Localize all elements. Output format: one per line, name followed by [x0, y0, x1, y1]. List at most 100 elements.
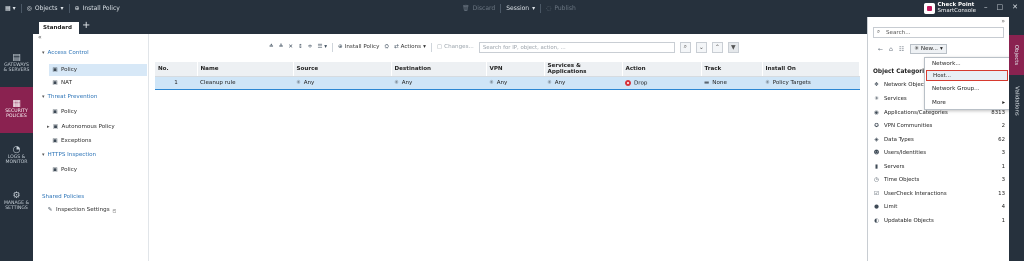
tab-validations[interactable]: Validations [1009, 79, 1024, 123]
collapse-panel-icon[interactable]: » [1001, 18, 1005, 25]
col-source[interactable]: Source [293, 62, 392, 77]
col-install-on[interactable]: Install On [762, 62, 860, 77]
tab-standard[interactable]: Standard [39, 22, 79, 34]
minimize-icon[interactable]: – [984, 3, 988, 11]
tree-access-policy[interactable]: ▣ Policy [49, 64, 147, 76]
nav-security-policies[interactable]: ▦ SECURITY POLICIES [0, 87, 33, 133]
nav-logs-monitor[interactable]: ◔ LOGS & MONITOR [0, 133, 33, 179]
table-row[interactable]: 1 Cleanup rule ✳ Any ✳ Any ✳ Any ✳ Any Drop … [155, 76, 860, 90]
tree-nat[interactable]: ▣ NAT [52, 80, 72, 86]
add-rule-above-button[interactable]: ≛ [269, 44, 274, 50]
collapse-tree-icon[interactable]: « [38, 34, 42, 41]
menu-item-network[interactable]: Network... [926, 59, 1008, 70]
tree-exceptions[interactable]: ▣ Exceptions [52, 138, 91, 144]
changes-button[interactable]: ▢ Changes... [437, 44, 474, 50]
install-policy-toolbar-button[interactable]: ⊕ Install Policy [338, 44, 379, 50]
cell-destination[interactable]: ✳ Any [391, 76, 486, 90]
tree-tp-policy[interactable]: ▣ Policy [52, 109, 77, 115]
cell-name[interactable]: Cleanup rule [197, 76, 293, 90]
nav-gateways-servers[interactable]: ▤ GATEWAYS & SERVERS [0, 41, 33, 87]
nat-icon: ▣ [52, 80, 58, 86]
delete-rule-button[interactable]: ✕ [288, 44, 293, 50]
object-explorer-panel: » ⌕ Search... ← ⌂ ☷ ✳ New... ▾ Object Ca… [867, 17, 1009, 261]
add-rule-below-icon: ≚ [278, 44, 284, 50]
category-servers[interactable]: ▮ Servers 1 [873, 164, 1007, 170]
next-match-button[interactable]: ⌄ [695, 41, 707, 53]
menu-item-network-group[interactable]: Network Group... [926, 84, 1008, 95]
install-policy-button[interactable]: ⊕ Install Policy [70, 5, 125, 12]
tree-inspection-settings[interactable]: ✎ Inspection Settings ◰ [47, 207, 117, 213]
chevron-right-icon: ▸ [47, 124, 50, 130]
policy-search-input[interactable]: Search for IP, object, action, ... [478, 41, 675, 53]
col-destination[interactable]: Destination [391, 62, 487, 77]
policy-area: ≛ ≚ ✕ ⇕ ≑ ☰ ▾ ⊕ Install Policy ⛭ ⇄ Actio… [155, 40, 861, 255]
menu-item-more[interactable]: More ▸ [926, 98, 1008, 109]
destination-value: Any [401, 80, 413, 86]
cell-source[interactable]: ✳ Any [293, 76, 391, 90]
tree-https-policy[interactable]: ▣ Policy [52, 167, 77, 173]
nav-manage-settings[interactable]: ⚙ MANAGE & SETTINGS [0, 179, 33, 225]
cell-track[interactable]: ▬ None [701, 76, 762, 90]
tree-item-label: Autonomous Policy [61, 124, 115, 130]
actions-button[interactable]: ⇄ Actions ▾ [394, 44, 426, 50]
col-no[interactable]: No. [155, 62, 198, 77]
cell-services[interactable]: ✳ Any [544, 76, 622, 90]
collapse-button[interactable]: ≑ [308, 44, 313, 50]
maximize-icon[interactable]: □ [997, 3, 1004, 11]
category-data-types[interactable]: ◈ Data Types 62 [873, 137, 1007, 143]
category-vpn-communities[interactable]: ✪ VPN Communities 2 [873, 123, 1007, 129]
object-search-input[interactable]: ⌕ Search... [873, 27, 1004, 38]
category-name: Data Types [884, 137, 914, 143]
category-applications[interactable]: ◉ Applications/Categories 8313 [873, 110, 1007, 116]
network-objects-icon: ❖ [874, 82, 879, 88]
app-menu-button[interactable]: ▦ ▾ [0, 5, 21, 12]
none-icon: ▬ [704, 80, 710, 86]
home-icon[interactable]: ⌂ [889, 46, 893, 53]
search-button[interactable]: ⌕ [679, 41, 691, 53]
session-button[interactable]: Session ▾ [501, 5, 540, 12]
category-name: VPN Communities [884, 123, 933, 129]
back-icon[interactable]: ← [878, 46, 883, 53]
applications-icon: ◉ [874, 110, 879, 116]
new-star-icon: ✳ [914, 46, 919, 52]
expand-button[interactable]: ⇕ [298, 44, 303, 50]
col-action[interactable]: Action [622, 62, 702, 77]
col-name[interactable]: Name [197, 62, 294, 77]
category-usercheck[interactable]: ☑ UserCheck Interactions 13 [873, 191, 1007, 197]
cell-install-on[interactable]: ✳ Policy Targets [762, 76, 860, 90]
category-count: 62 [998, 137, 1005, 143]
tree-autonomous-policy[interactable]: ▸ ▣ Autonomous Policy [47, 124, 115, 130]
category-limit[interactable]: ● Limit 4 [873, 204, 1007, 210]
cell-vpn[interactable]: ✳ Any [486, 76, 544, 90]
category-time-objects[interactable]: ◷ Time Objects 3 [873, 177, 1007, 183]
tree-https-inspection[interactable]: ▾ HTTPS Inspection [42, 152, 96, 158]
new-object-button[interactable]: ✳ New... ▾ [910, 44, 947, 54]
tree-shared-policies[interactable]: Shared Policies [42, 194, 84, 200]
cell-action[interactable]: Drop [622, 76, 701, 90]
category-name: Servers [884, 164, 905, 170]
cell-no[interactable]: 1 [155, 76, 197, 90]
sync-button[interactable]: ⛭ [384, 44, 388, 51]
tree-access-control[interactable]: ▾ Access Control [42, 50, 89, 56]
list-view-icon[interactable]: ☷ [899, 46, 904, 53]
tree-threat-prevention[interactable]: ▾ Threat Prevention [42, 94, 97, 100]
tab-objects[interactable]: Objects [1009, 35, 1024, 75]
category-name: UserCheck Interactions [884, 191, 947, 197]
section-button[interactable]: ☰ ▾ [317, 44, 327, 50]
category-updatable-objects[interactable]: ◐ Updatable Objects 1 [873, 218, 1007, 224]
close-icon[interactable]: ✕ [1012, 3, 1018, 11]
col-vpn[interactable]: VPN [486, 62, 545, 77]
menu-item-host[interactable]: Host... [926, 70, 1008, 81]
autonomous-policy-icon: ▣ [52, 124, 59, 130]
filter-button[interactable]: ▼ [727, 41, 739, 53]
col-services[interactable]: Services & Applications [544, 62, 623, 77]
category-users-identities[interactable]: ☻ Users/Identities 3 [873, 150, 1007, 156]
prev-match-button[interactable]: ⌃ [711, 41, 723, 53]
publish-button[interactable]: ◌ Publish [541, 5, 581, 12]
discard-button[interactable]: 🗑 Discard [457, 5, 500, 12]
objects-menu-button[interactable]: ◎ Objects ▾ [22, 5, 69, 12]
servers-icon: ▮ [874, 164, 879, 170]
col-track[interactable]: Track [701, 62, 763, 77]
add-tab-button[interactable]: + [82, 20, 90, 31]
add-rule-below-button[interactable]: ≚ [279, 44, 284, 50]
